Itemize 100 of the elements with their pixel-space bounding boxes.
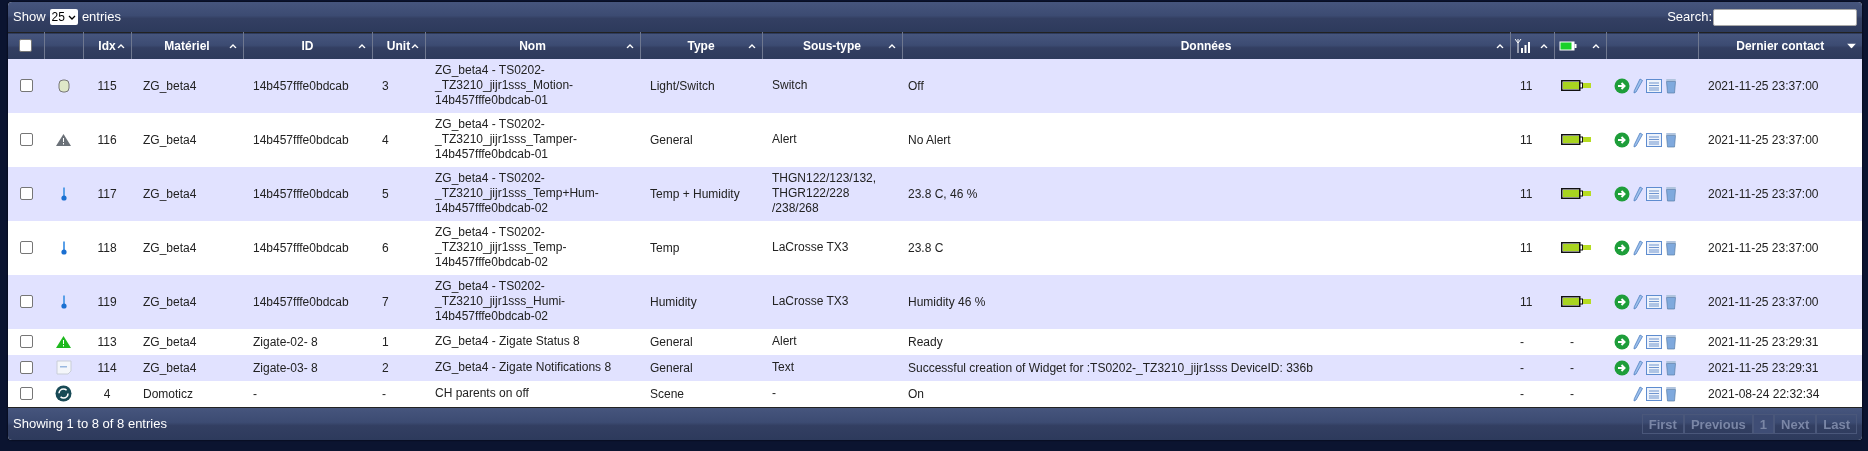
table-cell: - xyxy=(1520,334,1524,349)
list-icon[interactable] xyxy=(1646,132,1662,147)
thermometer-icon xyxy=(60,294,67,309)
table-cell: THGN122/123/132, THGR122/228 /238/268 xyxy=(772,171,877,215)
edit-icon[interactable] xyxy=(1633,359,1643,376)
edit-icon[interactable] xyxy=(1633,385,1643,402)
table-cell: 2021-11-25 23:29:31 xyxy=(1708,360,1819,375)
column-header[interactable]: ID xyxy=(301,36,314,55)
table-cell: ZG_beta4 - TS0202-_TZ3210_jijr1sss_Temp+Hum-14b457fffe0bdcab-02 xyxy=(435,171,599,215)
sort-caret-icon[interactable] xyxy=(1539,43,1548,49)
battery-icon xyxy=(1561,188,1593,199)
table-cell: Alert xyxy=(772,334,797,348)
dropdown-caret-icon[interactable] xyxy=(67,14,76,20)
sort-caret-icon[interactable] xyxy=(357,43,366,49)
entries-label: entries xyxy=(81,8,121,27)
scene-icon xyxy=(55,385,72,402)
search-field[interactable] xyxy=(1713,8,1857,26)
trash-icon[interactable] xyxy=(1665,359,1677,376)
edit-icon[interactable] xyxy=(1633,185,1643,202)
list-icon[interactable] xyxy=(1646,186,1662,201)
table-cell: ZG_beta4 xyxy=(143,294,197,309)
signal-icon xyxy=(1514,38,1531,53)
table-cell: 2021-11-25 23:37:00 xyxy=(1708,294,1819,309)
table-cell: Humidity 46 % xyxy=(908,294,986,309)
table-cell: ZG_beta4 xyxy=(143,132,197,147)
table-cell: Temp xyxy=(650,240,680,255)
table-row[interactable]: 116 ZG_beta4 14b457fffe0bdcab 4 ZG_beta4 - TS0202-_TZ3210_jijr1sss_Tamper-14b457fffe0bdcab-01 General Alert No Alert 11 2021-11-25 23:37:00 xyxy=(8,112,1862,167)
list-icon[interactable] xyxy=(1646,360,1662,375)
table-cell: ZG_beta4 - TS0202-_TZ3210_jijr1sss_Tamper-14b457fffe0bdcab-01 xyxy=(435,117,578,161)
checkbox[interactable] xyxy=(19,295,33,308)
column-header[interactable]: Données xyxy=(1180,36,1232,55)
table-cell: 23.8 C xyxy=(908,240,944,255)
edit-icon[interactable] xyxy=(1633,131,1643,148)
checkbox[interactable] xyxy=(19,387,33,400)
trash-icon[interactable] xyxy=(1665,77,1677,94)
column-header[interactable]: Type xyxy=(687,36,715,55)
edit-icon[interactable] xyxy=(1633,293,1643,310)
sort-caret-icon[interactable] xyxy=(625,43,634,49)
table-row[interactable]: 115 ZG_beta4 14b457fffe0bdcab 3 ZG_beta4 - TS0202-_TZ3210_jijr1sss_Motion-14b457fffe0bdcab-01 Light/Switch Switch Off 11 2021-11-25 23:37:00 xyxy=(8,58,1862,113)
column-header[interactable]: Idx xyxy=(98,36,116,55)
sort-caret-icon[interactable] xyxy=(1495,43,1504,49)
trash-icon[interactable] xyxy=(1665,385,1677,402)
list-icon[interactable] xyxy=(1646,294,1662,309)
battery-icon xyxy=(1561,242,1593,253)
entries-select[interactable]: 25 xyxy=(49,9,78,25)
table-cell: Text xyxy=(772,360,794,374)
trash-icon[interactable] xyxy=(1665,293,1677,310)
table-cell: 119 xyxy=(97,294,117,309)
checkbox[interactable] xyxy=(19,361,33,374)
column-header[interactable]: Nom xyxy=(519,36,546,55)
table-cell: 11 xyxy=(1520,132,1533,147)
edit-icon[interactable] xyxy=(1633,239,1643,256)
table-cell: 11 xyxy=(1520,78,1533,93)
list-icon[interactable] xyxy=(1646,240,1662,255)
table-cell: General xyxy=(650,334,693,349)
sort-down-icon[interactable] xyxy=(1847,43,1856,49)
column-header[interactable]: Unit xyxy=(386,36,411,55)
table-cell: 11 xyxy=(1520,240,1533,255)
table-cell: 116 xyxy=(97,132,117,147)
table-cell: 2 xyxy=(382,360,389,375)
list-icon[interactable] xyxy=(1646,334,1662,349)
table-cell: 113 xyxy=(97,334,117,349)
sort-caret-icon[interactable] xyxy=(116,43,125,49)
table-row[interactable]: 118 ZG_beta4 14b457fffe0bdcab 6 ZG_beta4 - TS0202-_TZ3210_jijr1sss_Temp-14b457fffe0bdcab-02 Temp LaCrosse TX3 23.8 C 11 2021-11-25 23:37:00 xyxy=(8,220,1862,275)
sort-caret-icon[interactable] xyxy=(228,43,237,49)
checkbox[interactable] xyxy=(19,241,33,254)
trash-icon[interactable] xyxy=(1665,333,1677,350)
column-header[interactable]: Sous-type xyxy=(803,36,861,55)
table-cell: General xyxy=(650,360,693,375)
list-icon[interactable] xyxy=(1646,386,1662,401)
table-cell: Zigate-03- 8 xyxy=(253,360,318,375)
table-cell: Zigate-02- 8 xyxy=(253,334,318,349)
show-label: Show xyxy=(13,8,46,27)
sort-caret-icon[interactable] xyxy=(887,43,896,49)
table-row[interactable]: 113 ZG_beta4 Zigate-02- 8 1 ZG_beta4 - Zigate Status 8 General Alert Ready - - 2021-11-25 23:29:31 xyxy=(8,328,1862,355)
trash-icon[interactable] xyxy=(1665,185,1677,202)
table-cell: 14b457fffe0bdcab xyxy=(253,78,349,93)
table-cell: 3 xyxy=(382,78,389,93)
table-row[interactable]: 114 ZG_beta4 Zigate-03- 8 2 ZG_beta4 - Zigate Notifications 8 General Text Successful creation of Widget for :TS0202-_TZ3210_jijr1sss DeviceID: 336b - - 2021-11-25 23:29:31 xyxy=(8,354,1862,381)
edit-icon[interactable] xyxy=(1633,333,1643,350)
table-cell: Humidity xyxy=(650,294,697,309)
checkbox[interactable] xyxy=(19,187,33,200)
sort-caret-icon[interactable] xyxy=(747,43,756,49)
table-cell: 118 xyxy=(97,240,117,255)
table-row[interactable]: 4 Domoticz - - CH parents on off Scene - On - - 2021-08-24 22:32:34 xyxy=(8,380,1862,407)
sort-caret-icon[interactable] xyxy=(1591,43,1600,49)
table-cell: ZG_beta4 xyxy=(143,78,197,93)
checkbox[interactable] xyxy=(19,79,33,92)
sort-caret-icon[interactable] xyxy=(410,43,419,49)
table-cell: 11 xyxy=(1520,294,1533,309)
checkbox[interactable] xyxy=(19,39,33,53)
trash-icon[interactable] xyxy=(1665,131,1677,148)
table-cell: Ready xyxy=(908,334,943,349)
column-header[interactable]: Dernier contact xyxy=(1736,36,1825,55)
column-header[interactable]: Matériel xyxy=(164,36,210,55)
edit-icon[interactable] xyxy=(1633,77,1643,94)
list-icon[interactable] xyxy=(1646,78,1662,93)
trash-icon[interactable] xyxy=(1665,239,1677,256)
checkbox[interactable] xyxy=(19,133,33,146)
checkbox[interactable] xyxy=(19,335,33,348)
